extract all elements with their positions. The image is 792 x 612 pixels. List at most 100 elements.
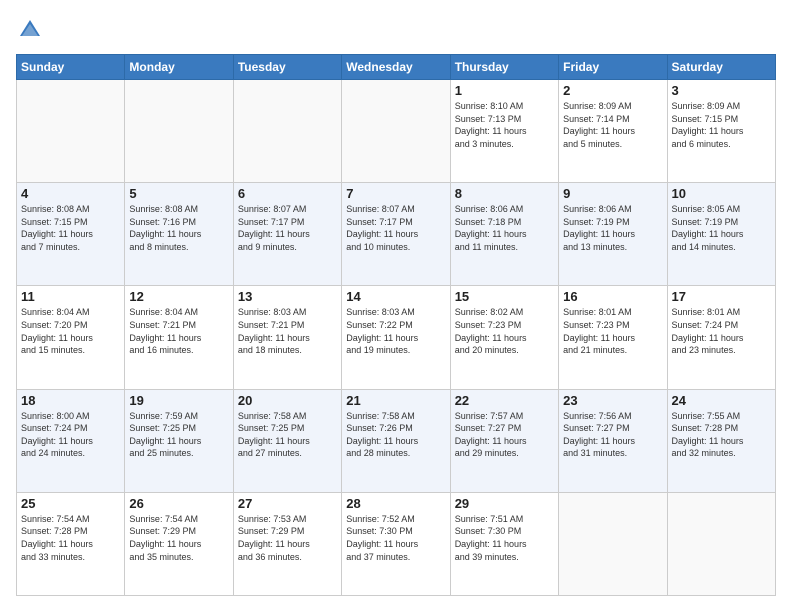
calendar-cell: 25 Sunrise: 7:54 AM Sunset: 7:28 PM Dayli… <box>17 492 125 595</box>
calendar-cell: 19 Sunrise: 7:59 AM Sunset: 7:25 PM Dayli… <box>125 389 233 492</box>
page: SundayMondayTuesdayWednesdayThursdayFrid… <box>0 0 792 612</box>
day-info: Sunrise: 7:52 AM Sunset: 7:30 PM Dayligh… <box>346 513 445 563</box>
calendar-cell: 21 Sunrise: 7:58 AM Sunset: 7:26 PM Dayli… <box>342 389 450 492</box>
day-info: Sunrise: 7:56 AM Sunset: 7:27 PM Dayligh… <box>563 410 662 460</box>
calendar-cell: 8Sunrise: 8:06 AM Sunset: 7:18 PM Daylig… <box>450 183 558 286</box>
day-number: 13 <box>238 289 337 304</box>
calendar-cell: 6 Sunrise: 8:07 AM Sunset: 7:17 PM Daylig… <box>233 183 341 286</box>
calendar-cell: 18 Sunrise: 8:00 AM Sunset: 7:24 PM Dayli… <box>17 389 125 492</box>
calendar-cell: 4 Sunrise: 8:08 AM Sunset: 7:15 PM Daylig… <box>17 183 125 286</box>
day-info: Sunrise: 8:09 AM Sunset: 7:15 PM Dayligh… <box>672 100 771 150</box>
day-info: Sunrise: 7:53 AM Sunset: 7:29 PM Dayligh… <box>238 513 337 563</box>
day-info: Sunrise: 8:00 AM Sunset: 7:24 PM Dayligh… <box>21 410 120 460</box>
logo <box>16 16 48 44</box>
calendar-cell: 11 Sunrise: 8:04 AM Sunset: 7:20 PM Dayli… <box>17 286 125 389</box>
day-number: 26 <box>129 496 228 511</box>
calendar-cell: 24 Sunrise: 7:55 AM Sunset: 7:28 PM Dayli… <box>667 389 775 492</box>
calendar-cell <box>667 492 775 595</box>
calendar-cell: 23 Sunrise: 7:56 AM Sunset: 7:27 PM Dayli… <box>559 389 667 492</box>
calendar-cell <box>233 80 341 183</box>
day-number: 6 <box>238 186 337 201</box>
calendar-cell <box>17 80 125 183</box>
day-header-tuesday: Tuesday <box>233 55 341 80</box>
day-number: 25 <box>21 496 120 511</box>
day-number: 24 <box>672 393 771 408</box>
day-number: 22 <box>455 393 554 408</box>
day-info: Sunrise: 7:58 AM Sunset: 7:26 PM Dayligh… <box>346 410 445 460</box>
calendar-cell: 17 Sunrise: 8:01 AM Sunset: 7:24 PM Dayli… <box>667 286 775 389</box>
day-info: Sunrise: 8:02 AM Sunset: 7:23 PM Dayligh… <box>455 306 554 356</box>
day-number: 28 <box>346 496 445 511</box>
day-info: Sunrise: 8:06 AM Sunset: 7:19 PM Dayligh… <box>563 203 662 253</box>
day-number: 5 <box>129 186 228 201</box>
day-header-saturday: Saturday <box>667 55 775 80</box>
day-number: 16 <box>563 289 662 304</box>
day-info: Sunrise: 8:09 AM Sunset: 7:14 PM Dayligh… <box>563 100 662 150</box>
calendar-cell: 2 Sunrise: 8:09 AM Sunset: 7:14 PM Daylig… <box>559 80 667 183</box>
day-info: Sunrise: 7:54 AM Sunset: 7:28 PM Dayligh… <box>21 513 120 563</box>
day-number: 15 <box>455 289 554 304</box>
day-number: 14 <box>346 289 445 304</box>
day-header-wednesday: Wednesday <box>342 55 450 80</box>
day-header-monday: Monday <box>125 55 233 80</box>
day-info: Sunrise: 8:01 AM Sunset: 7:23 PM Dayligh… <box>563 306 662 356</box>
day-number: 3 <box>672 83 771 98</box>
calendar-cell: 1 Sunrise: 8:10 AM Sunset: 7:13 PM Daylig… <box>450 80 558 183</box>
calendar-cell: 13 Sunrise: 8:03 AM Sunset: 7:21 PM Dayli… <box>233 286 341 389</box>
calendar-cell: 26 Sunrise: 7:54 AM Sunset: 7:29 PM Dayli… <box>125 492 233 595</box>
day-info: Sunrise: 8:07 AM Sunset: 7:17 PM Dayligh… <box>238 203 337 253</box>
calendar-cell: 9 Sunrise: 8:06 AM Sunset: 7:19 PM Daylig… <box>559 183 667 286</box>
day-header-sunday: Sunday <box>17 55 125 80</box>
day-info: Sunrise: 8:04 AM Sunset: 7:20 PM Dayligh… <box>21 306 120 356</box>
logo-icon <box>16 16 44 44</box>
calendar-table: SundayMondayTuesdayWednesdayThursdayFrid… <box>16 54 776 596</box>
day-info: Sunrise: 8:03 AM Sunset: 7:21 PM Dayligh… <box>238 306 337 356</box>
calendar-cell: 20 Sunrise: 7:58 AM Sunset: 7:25 PM Dayli… <box>233 389 341 492</box>
day-number: 17 <box>672 289 771 304</box>
calendar-cell <box>125 80 233 183</box>
day-number: 18 <box>21 393 120 408</box>
day-number: 21 <box>346 393 445 408</box>
day-info: Sunrise: 8:08 AM Sunset: 7:15 PM Dayligh… <box>21 203 120 253</box>
calendar-header-row: SundayMondayTuesdayWednesdayThursdayFrid… <box>17 55 776 80</box>
calendar-week-row: 11 Sunrise: 8:04 AM Sunset: 7:20 PM Dayli… <box>17 286 776 389</box>
day-info: Sunrise: 8:05 AM Sunset: 7:19 PM Dayligh… <box>672 203 771 253</box>
calendar-cell <box>342 80 450 183</box>
day-number: 23 <box>563 393 662 408</box>
header <box>16 16 776 44</box>
day-number: 11 <box>21 289 120 304</box>
day-number: 12 <box>129 289 228 304</box>
day-info: Sunrise: 8:08 AM Sunset: 7:16 PM Dayligh… <box>129 203 228 253</box>
day-info: Sunrise: 8:01 AM Sunset: 7:24 PM Dayligh… <box>672 306 771 356</box>
day-number: 29 <box>455 496 554 511</box>
day-info: Sunrise: 7:59 AM Sunset: 7:25 PM Dayligh… <box>129 410 228 460</box>
calendar-cell: 29 Sunrise: 7:51 AM Sunset: 7:30 PM Dayli… <box>450 492 558 595</box>
day-number: 19 <box>129 393 228 408</box>
day-info: Sunrise: 7:57 AM Sunset: 7:27 PM Dayligh… <box>455 410 554 460</box>
day-number: 10 <box>672 186 771 201</box>
calendar-cell: 3 Sunrise: 8:09 AM Sunset: 7:15 PM Daylig… <box>667 80 775 183</box>
calendar-week-row: 18 Sunrise: 8:00 AM Sunset: 7:24 PM Dayli… <box>17 389 776 492</box>
day-info: Sunrise: 8:04 AM Sunset: 7:21 PM Dayligh… <box>129 306 228 356</box>
calendar-cell: 16 Sunrise: 8:01 AM Sunset: 7:23 PM Dayli… <box>559 286 667 389</box>
day-number: 1 <box>455 83 554 98</box>
calendar-week-row: 1 Sunrise: 8:10 AM Sunset: 7:13 PM Daylig… <box>17 80 776 183</box>
calendar-cell: 28 Sunrise: 7:52 AM Sunset: 7:30 PM Dayli… <box>342 492 450 595</box>
day-info: Sunrise: 7:58 AM Sunset: 7:25 PM Dayligh… <box>238 410 337 460</box>
calendar-cell: 7Sunrise: 8:07 AM Sunset: 7:17 PM Daylig… <box>342 183 450 286</box>
day-number: 27 <box>238 496 337 511</box>
day-number: 2 <box>563 83 662 98</box>
day-number: 20 <box>238 393 337 408</box>
day-info: Sunrise: 7:51 AM Sunset: 7:30 PM Dayligh… <box>455 513 554 563</box>
day-number: 7 <box>346 186 445 201</box>
day-info: Sunrise: 7:55 AM Sunset: 7:28 PM Dayligh… <box>672 410 771 460</box>
calendar-cell: 15 Sunrise: 8:02 AM Sunset: 7:23 PM Dayli… <box>450 286 558 389</box>
day-number: 9 <box>563 186 662 201</box>
day-number: 4 <box>21 186 120 201</box>
day-info: Sunrise: 8:10 AM Sunset: 7:13 PM Dayligh… <box>455 100 554 150</box>
day-info: Sunrise: 7:54 AM Sunset: 7:29 PM Dayligh… <box>129 513 228 563</box>
calendar-cell: 22 Sunrise: 7:57 AM Sunset: 7:27 PM Dayli… <box>450 389 558 492</box>
day-info: Sunrise: 8:03 AM Sunset: 7:22 PM Dayligh… <box>346 306 445 356</box>
calendar-cell: 12 Sunrise: 8:04 AM Sunset: 7:21 PM Dayli… <box>125 286 233 389</box>
calendar-cell: 5 Sunrise: 8:08 AM Sunset: 7:16 PM Daylig… <box>125 183 233 286</box>
